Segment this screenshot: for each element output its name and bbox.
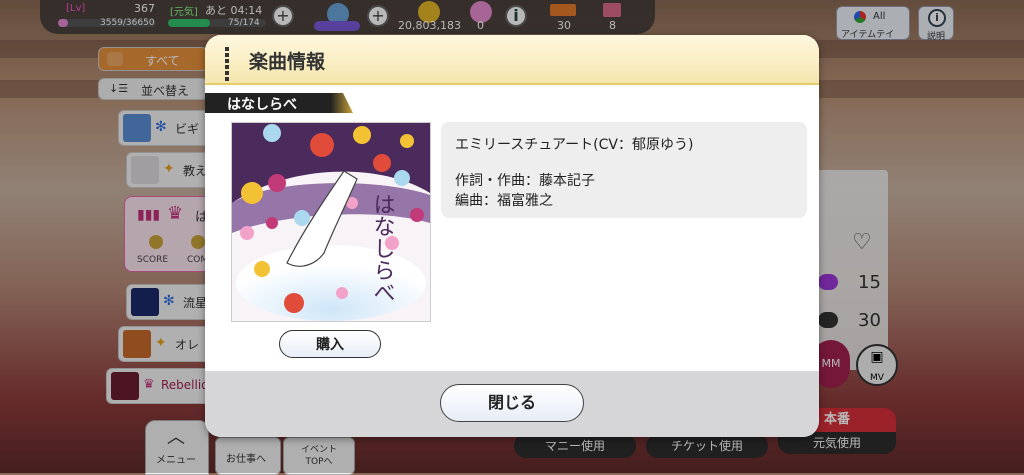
close-button[interactable]: 閉じる	[440, 384, 584, 422]
jacket-art: はなしらべ	[232, 123, 430, 321]
song-jacket-image: はなしらべ	[231, 122, 431, 322]
song-info-dialog: 楽曲情報 はなしらべ はなしらべ 購入 エミリースチュアート(CV：郁原ゆう) …	[205, 35, 819, 437]
buy-button[interactable]: 購入	[279, 330, 381, 358]
dialog-title: 楽曲情報	[249, 51, 326, 73]
dialog-footer: 閉じる	[205, 371, 819, 437]
song-info-box: エミリースチュアート(CV：郁原ゆう) 作詞・作曲：藤本記子 編曲：福富雅之	[441, 122, 807, 218]
lyrics-composer-line: 作詞・作曲：藤本記子	[455, 173, 595, 189]
song-title: はなしらべ	[227, 97, 297, 113]
artist-line: エミリースチュアート(CV：郁原ゆう)	[455, 137, 694, 153]
dialog-header: 楽曲情報	[205, 35, 819, 85]
arranger-line: 編曲：福富雅之	[455, 193, 553, 209]
jacket-calligraphy: はなしらべ	[370, 193, 395, 303]
song-title-tag: はなしらべ	[205, 93, 353, 113]
grip-icon	[225, 47, 235, 81]
